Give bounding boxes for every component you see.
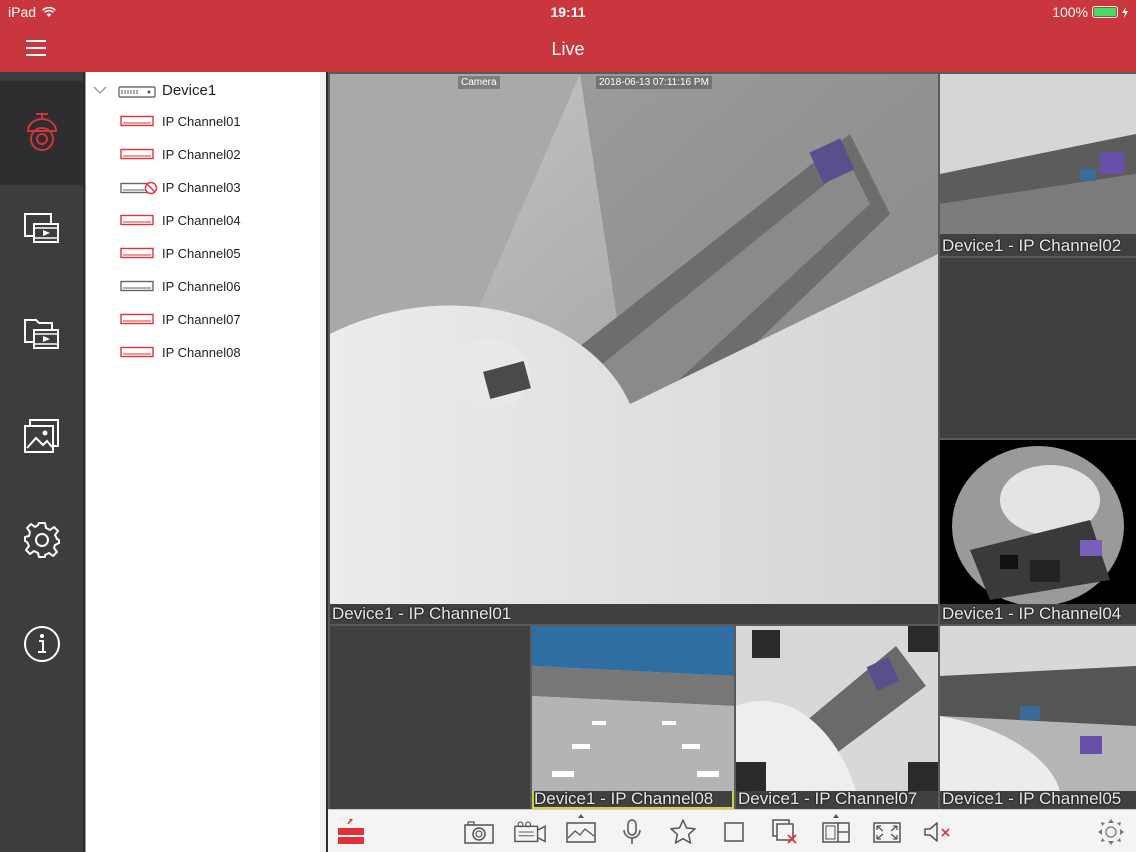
fullscreen-icon xyxy=(873,822,901,843)
channel-online-icon xyxy=(120,115,154,127)
pictures-icon xyxy=(23,419,59,453)
video-feed xyxy=(940,626,1136,791)
nav-local-files[interactable] xyxy=(0,280,83,384)
osd-timestamp: 2018-06-13 07:11:16 PM xyxy=(596,76,712,89)
tree-channel-03[interactable]: IP Channel03 xyxy=(86,175,327,201)
channel-label: IP Channel02 xyxy=(162,147,241,162)
video-feed xyxy=(532,626,734,791)
delete-window-button[interactable] xyxy=(768,816,802,848)
clock: 19:11 xyxy=(550,4,586,20)
channel-label: IP Channel01 xyxy=(162,114,241,129)
nav-live-view[interactable] xyxy=(0,81,83,185)
delete-window-icon xyxy=(772,819,797,844)
tree-channel-01[interactable]: IP Channel01 xyxy=(86,109,327,135)
nav-pictures[interactable] xyxy=(0,384,83,488)
playback-icon xyxy=(23,213,59,243)
local-files-icon xyxy=(23,319,59,349)
tree-channel-08[interactable]: IP Channel08 xyxy=(86,340,327,366)
charging-icon xyxy=(1122,6,1128,18)
nav-rail xyxy=(0,72,83,852)
settings-icon xyxy=(23,522,60,558)
channel-label: IP Channel07 xyxy=(162,312,241,327)
layout-button[interactable] xyxy=(819,814,853,848)
video-tile-channel04[interactable]: Device1 - IP Channel04 xyxy=(940,440,1136,624)
video-tile-channel02[interactable]: Device1 - IP Channel02 xyxy=(940,74,1136,256)
tree-device-row[interactable]: Device1 xyxy=(86,78,327,104)
device-name-label: Device1 xyxy=(162,82,217,99)
channel-offline-icon xyxy=(120,280,154,292)
quality-button[interactable] xyxy=(564,814,598,848)
mute-icon xyxy=(924,822,950,842)
video-tile-channel05[interactable]: Device1 - IP Channel05 xyxy=(940,626,1136,809)
page-title: Live xyxy=(551,39,585,59)
tile-label: Device1 - IP Channel07 xyxy=(738,789,918,808)
favorite-icon xyxy=(670,819,696,844)
layout-icon xyxy=(822,822,850,843)
nav-playback[interactable] xyxy=(0,176,83,280)
bottom-toolbar xyxy=(328,809,1136,852)
stream-icon xyxy=(338,819,364,844)
video-feed xyxy=(940,440,1136,604)
tile-label: Device1 - IP Channel02 xyxy=(942,236,1122,255)
tile-label: Device1 - IP Channel01 xyxy=(332,604,512,623)
ptz-button[interactable] xyxy=(1094,816,1128,848)
osd-camera-name: Camera xyxy=(458,76,500,89)
video-tile-channel01[interactable]: Camera 2018-06-13 07:11:16 PM Device1 - … xyxy=(330,74,938,624)
tile-label: Device1 - IP Channel05 xyxy=(942,789,1122,808)
channel-online-icon xyxy=(120,214,154,226)
record-button[interactable] xyxy=(513,816,547,848)
record-icon xyxy=(514,821,546,843)
tree-channel-02[interactable]: IP Channel02 xyxy=(86,142,327,168)
talk-icon xyxy=(623,819,641,844)
channel-label: IP Channel04 xyxy=(162,213,241,228)
title-bar: Live xyxy=(0,23,1136,72)
battery-percent: 100% xyxy=(1052,4,1088,20)
video-tile-empty[interactable] xyxy=(330,626,530,809)
tile-label: Device1 - IP Channel08 xyxy=(534,789,714,808)
capture-icon xyxy=(464,821,494,844)
camera-icon xyxy=(26,113,57,151)
quality-icon xyxy=(566,822,596,843)
stop-all-icon xyxy=(724,822,744,842)
chevron-down-icon[interactable] xyxy=(92,82,108,98)
stream-button[interactable] xyxy=(334,816,368,848)
favorite-button[interactable] xyxy=(666,816,700,848)
nav-about[interactable] xyxy=(0,592,83,696)
tree-channel-06[interactable]: IP Channel06 xyxy=(86,274,327,300)
video-feed xyxy=(736,626,938,791)
tree-channel-05[interactable]: IP Channel05 xyxy=(86,241,327,267)
video-tile-channel07[interactable]: Device1 - IP Channel07 xyxy=(736,626,938,809)
video-tile-empty[interactable] xyxy=(940,258,1136,438)
channel-disabled-icon xyxy=(120,181,158,195)
live-view-grid: Camera 2018-06-13 07:11:16 PM Device1 - … xyxy=(328,72,1136,809)
channel-label: IP Channel03 xyxy=(162,180,241,195)
battery-icon xyxy=(1092,6,1118,18)
channel-online-icon xyxy=(120,346,154,358)
channel-online-icon xyxy=(120,313,154,325)
mute-button[interactable] xyxy=(921,816,955,848)
nav-settings[interactable] xyxy=(0,488,83,592)
video-feed xyxy=(330,74,938,604)
ptz-icon xyxy=(1098,819,1124,845)
channel-label: IP Channel05 xyxy=(162,246,241,261)
channel-online-icon xyxy=(120,148,154,160)
stop-all-button[interactable] xyxy=(717,816,751,848)
video-feed xyxy=(940,74,1136,234)
channel-label: IP Channel06 xyxy=(162,279,241,294)
info-icon xyxy=(23,626,60,662)
talk-button[interactable] xyxy=(615,816,649,848)
channel-label: IP Channel08 xyxy=(162,345,241,360)
dvr-icon xyxy=(118,86,156,98)
tile-label: Device1 - IP Channel04 xyxy=(942,604,1122,623)
channel-online-icon xyxy=(120,247,154,259)
tree-channel-04[interactable]: IP Channel04 xyxy=(86,208,327,234)
status-bar: iPad 19:11 100% xyxy=(0,0,1136,23)
fullscreen-button[interactable] xyxy=(870,816,904,848)
video-tile-channel08[interactable]: Device1 - IP Channel08 xyxy=(532,626,734,809)
device-tree: Device1 IP Channel01 IP Channel02 IP Cha… xyxy=(85,72,326,852)
tree-scrollbar[interactable] xyxy=(320,72,326,852)
capture-button[interactable] xyxy=(462,816,496,848)
tree-channel-07[interactable]: IP Channel07 xyxy=(86,307,327,333)
